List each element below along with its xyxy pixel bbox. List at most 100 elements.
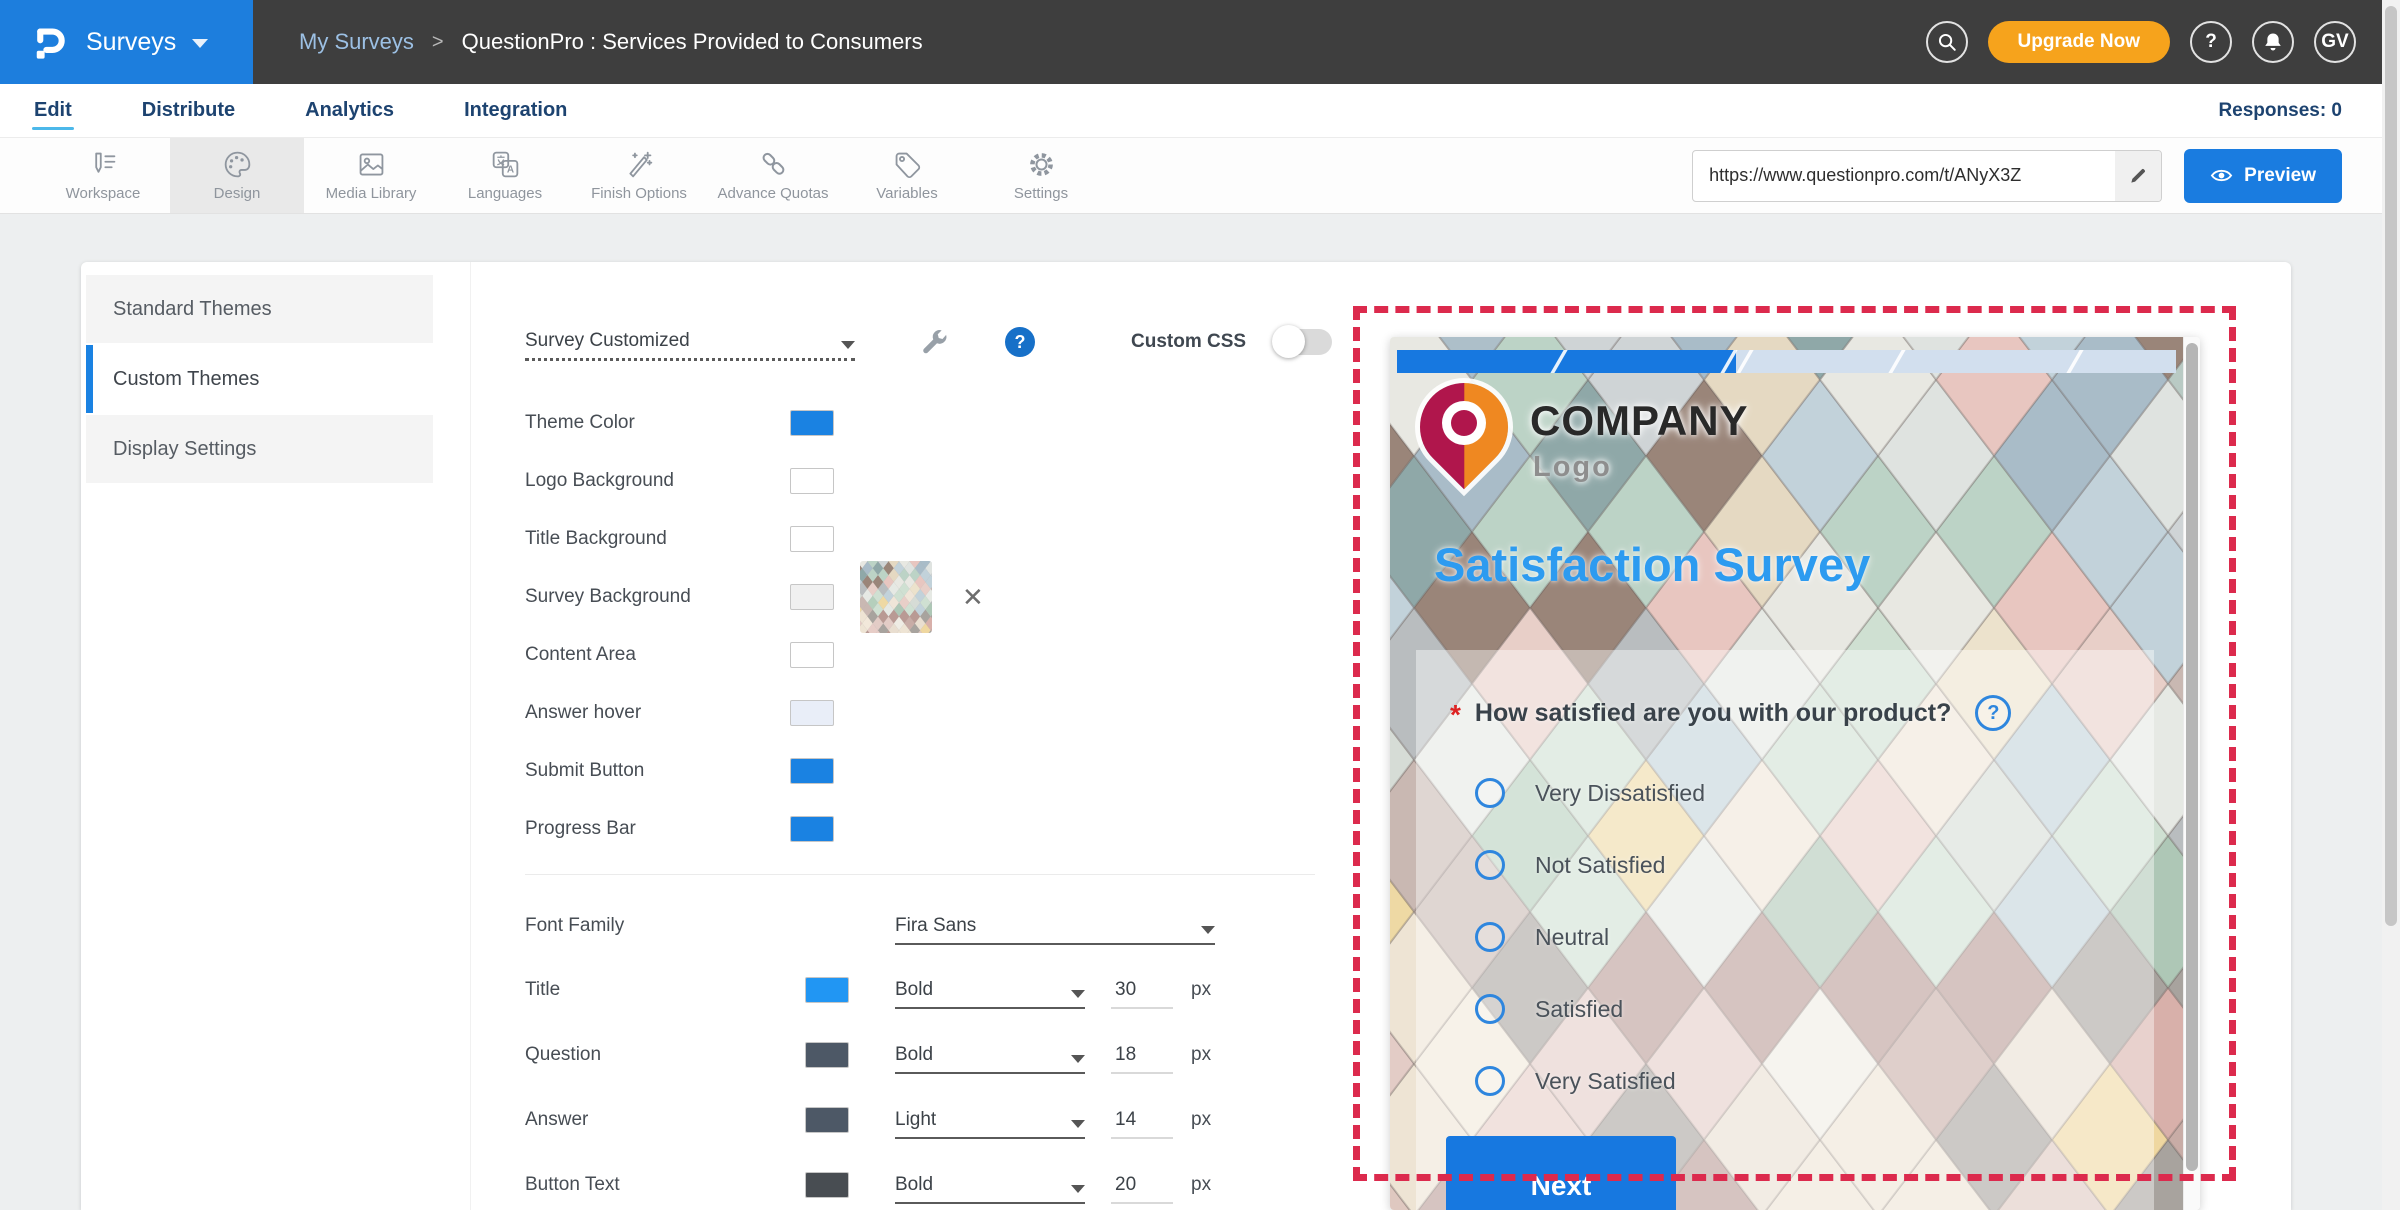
remove-background-image-icon[interactable]: ✕ xyxy=(962,582,984,613)
help-button[interactable]: ? xyxy=(2190,21,2232,63)
preview-scrollbar-thumb[interactable] xyxy=(2186,343,2198,1171)
color-swatch[interactable] xyxy=(790,758,834,784)
color-swatch[interactable] xyxy=(790,410,834,436)
answer-option-label: Satisfied xyxy=(1535,996,1623,1023)
answer-option[interactable]: Not Satisfied xyxy=(1475,829,1705,901)
font-weight-select[interactable]: Bold xyxy=(895,971,1085,1009)
radio-button-icon[interactable] xyxy=(1475,778,1505,808)
toolbar-right: Preview xyxy=(1692,138,2400,213)
toolbar-item[interactable]: Design xyxy=(170,138,304,213)
form-divider xyxy=(525,874,1315,875)
font-setting-row: Question Bold 18 px xyxy=(525,1022,1425,1087)
color-swatch[interactable] xyxy=(790,642,834,668)
theme-settings-form: Survey Customized ? Custom CSS xyxy=(525,310,1425,1210)
section-tab-label: Edit xyxy=(34,99,72,121)
sidebar-divider xyxy=(470,262,471,1210)
caret-down-icon xyxy=(841,341,855,349)
progress-tick xyxy=(2066,350,2083,373)
theme-select[interactable]: Survey Customized xyxy=(525,323,855,361)
toolbar-item[interactable]: Workspace xyxy=(36,138,170,213)
font-color-swatch[interactable] xyxy=(805,977,849,1003)
theme-tools-button[interactable] xyxy=(919,327,949,357)
color-swatch[interactable] xyxy=(790,816,834,842)
answer-option[interactable]: Very Dissatisfied xyxy=(1475,757,1705,829)
radio-button-icon[interactable] xyxy=(1475,922,1505,952)
color-setting-row: Title Background xyxy=(525,510,1425,568)
font-size-unit: px xyxy=(1191,1174,1211,1196)
color-swatch[interactable] xyxy=(790,468,834,494)
search-button[interactable] xyxy=(1926,21,1968,63)
custom-css-toggle[interactable] xyxy=(1274,329,1332,355)
answer-options-list: Very Dissatisfied Not Satisfied Neutral xyxy=(1475,757,1705,1117)
next-button[interactable]: Next xyxy=(1446,1136,1676,1210)
answer-option[interactable]: Neutral xyxy=(1475,901,1705,973)
survey-preview-viewport: COMPANY Logo Satisfaction Survey * How s… xyxy=(1390,337,2200,1210)
pencil-icon xyxy=(2128,166,2148,186)
page-content: Standard Themes Custom Themes Display Se… xyxy=(0,214,2400,1210)
toolbar-item[interactable]: Media Library xyxy=(304,138,438,213)
font-size-input[interactable]: 14 xyxy=(1111,1101,1173,1139)
wrench-icon xyxy=(919,327,949,357)
sidebar-item[interactable]: Custom Themes xyxy=(86,345,433,413)
font-weight-value: Bold xyxy=(895,1044,933,1066)
preview-scrollbar-track xyxy=(2183,337,2200,1210)
color-swatch[interactable] xyxy=(790,526,834,552)
section-tab[interactable]: Integration xyxy=(462,87,569,134)
themes-sidebar: Standard Themes Custom Themes Display Se… xyxy=(86,275,433,485)
font-weight-select[interactable]: Bold xyxy=(895,1166,1085,1204)
upgrade-now-button[interactable]: Upgrade Now xyxy=(1988,21,2170,63)
sidebar-item-label: Display Settings xyxy=(113,438,256,461)
progress-tick xyxy=(1888,350,1905,373)
color-swatch[interactable] xyxy=(790,700,834,726)
font-weight-select[interactable]: Light xyxy=(895,1101,1085,1139)
font-size-input[interactable]: 20 xyxy=(1111,1166,1173,1204)
toolbar-item-icon xyxy=(624,149,655,180)
color-swatch[interactable] xyxy=(790,584,834,610)
font-size-input[interactable]: 18 xyxy=(1111,1036,1173,1074)
section-tab[interactable]: Analytics xyxy=(303,87,396,134)
theme-select-value: Survey Customized xyxy=(525,330,690,352)
font-size-input[interactable]: 30 xyxy=(1111,971,1173,1009)
section-tab[interactable]: Distribute xyxy=(140,87,237,134)
font-color-swatch[interactable] xyxy=(805,1172,849,1198)
font-weight-select[interactable]: Bold xyxy=(895,1036,1085,1074)
responses-count[interactable]: Responses: 0 xyxy=(2218,100,2342,122)
section-tabs: Edit Distribute Analytics Integration xyxy=(32,87,635,134)
radio-button-icon[interactable] xyxy=(1475,850,1505,880)
page-scrollbar-thumb[interactable] xyxy=(2385,6,2397,926)
answer-option-label: Not Satisfied xyxy=(1535,852,1665,879)
section-tab[interactable]: Edit xyxy=(32,87,74,134)
font-color-swatch[interactable] xyxy=(805,1042,849,1068)
font-size-unit: px xyxy=(1191,1109,1211,1131)
sidebar-item[interactable]: Display Settings xyxy=(86,415,433,483)
survey-url-input[interactable] xyxy=(1693,151,2115,201)
toolbar-item[interactable]: Settings xyxy=(974,138,1108,213)
toolbar-item[interactable]: Variables xyxy=(840,138,974,213)
preview-button[interactable]: Preview xyxy=(2184,149,2342,203)
brand-surveys-menu[interactable]: Surveys xyxy=(0,0,253,84)
sidebar-item[interactable]: Standard Themes xyxy=(86,275,433,343)
breadcrumb-my-surveys[interactable]: My Surveys xyxy=(299,29,414,55)
toolbar-item-icon xyxy=(1026,149,1057,180)
toolbar-item[interactable]: Languages xyxy=(438,138,572,213)
font-setting-row: Button Text Bold 20 px xyxy=(525,1152,1425,1210)
avatar[interactable]: GV xyxy=(2314,21,2356,63)
question-help-icon[interactable]: ? xyxy=(1975,695,2011,731)
toolbar-item[interactable]: Advance Quotas xyxy=(706,138,840,213)
radio-button-icon[interactable] xyxy=(1475,994,1505,1024)
theme-help-icon[interactable]: ? xyxy=(1005,327,1035,357)
required-asterisk: * xyxy=(1450,701,1461,729)
notifications-button[interactable] xyxy=(2252,21,2294,63)
survey-preview-canvas: COMPANY Logo Satisfaction Survey * How s… xyxy=(1390,337,2183,1210)
font-family-select[interactable]: Fira Sans xyxy=(895,907,1215,945)
survey-background-thumbnail[interactable] xyxy=(860,561,932,633)
toolbar-item[interactable]: Finish Options xyxy=(572,138,706,213)
color-setting-row: Progress Bar xyxy=(525,800,1425,858)
answer-option[interactable]: Satisfied xyxy=(1475,973,1705,1045)
radio-button-icon[interactable] xyxy=(1475,1066,1505,1096)
answer-option-label: Very Dissatisfied xyxy=(1535,780,1705,807)
font-color-swatch[interactable] xyxy=(805,1107,849,1133)
answer-option[interactable]: Very Satisfied xyxy=(1475,1045,1705,1117)
answer-option-label: Very Satisfied xyxy=(1535,1068,1676,1095)
edit-url-button[interactable] xyxy=(2115,151,2161,201)
